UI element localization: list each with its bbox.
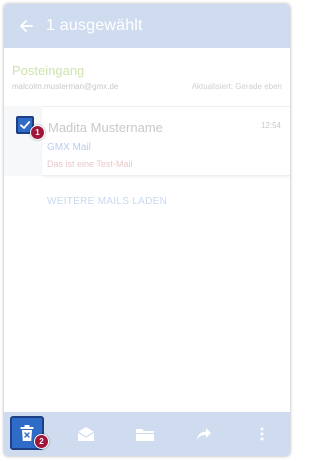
mail-time: 12:54 <box>260 121 281 130</box>
move-to-folder-button[interactable] <box>125 412 165 456</box>
checkmark-icon <box>20 121 31 129</box>
forward-button[interactable] <box>184 412 224 456</box>
step-badge-2: 2 <box>34 434 49 449</box>
mark-read-button[interactable] <box>66 412 106 456</box>
arrow-back-icon <box>20 20 33 32</box>
phone-screen: 1 ausgewählt Posteingang malcolm.musterm… <box>4 4 290 456</box>
folder-name: Posteingang <box>12 63 85 78</box>
bottom-action-bar <box>4 412 290 456</box>
folder-icon <box>136 428 154 441</box>
account-email: malcolm.musterman@gmx.de <box>12 82 119 91</box>
mail-preview: Das ist eine Test-Mail <box>47 159 133 169</box>
mail-list-item[interactable]: Madita Mustername 12:54 GMX Mail Das ist… <box>4 106 290 176</box>
trash-icon <box>20 425 34 441</box>
back-button[interactable] <box>6 4 46 48</box>
update-status: Aktualisiert: Gerade eben <box>191 82 282 91</box>
mail-card[interactable]: Madita Mustername 12:54 GMX Mail Das ist… <box>42 106 290 176</box>
selection-count-title: 1 ausgewählt <box>46 17 143 34</box>
mail-subject: GMX Mail <box>47 142 91 153</box>
folder-header: Posteingang malcolm.musterman@gmx.de Akt… <box>4 48 290 96</box>
forward-arrow-icon <box>197 428 211 440</box>
selection-app-bar: 1 ausgewählt <box>4 4 290 48</box>
mail-sender: Madita Mustername <box>48 120 163 135</box>
load-more-mails-button[interactable]: WEITERE MAILS LADEN <box>47 196 167 207</box>
more-options-button[interactable] <box>242 412 282 456</box>
step-badge-1: 1 <box>30 125 45 140</box>
more-vert-icon <box>260 427 264 441</box>
envelope-open-icon <box>77 427 95 441</box>
